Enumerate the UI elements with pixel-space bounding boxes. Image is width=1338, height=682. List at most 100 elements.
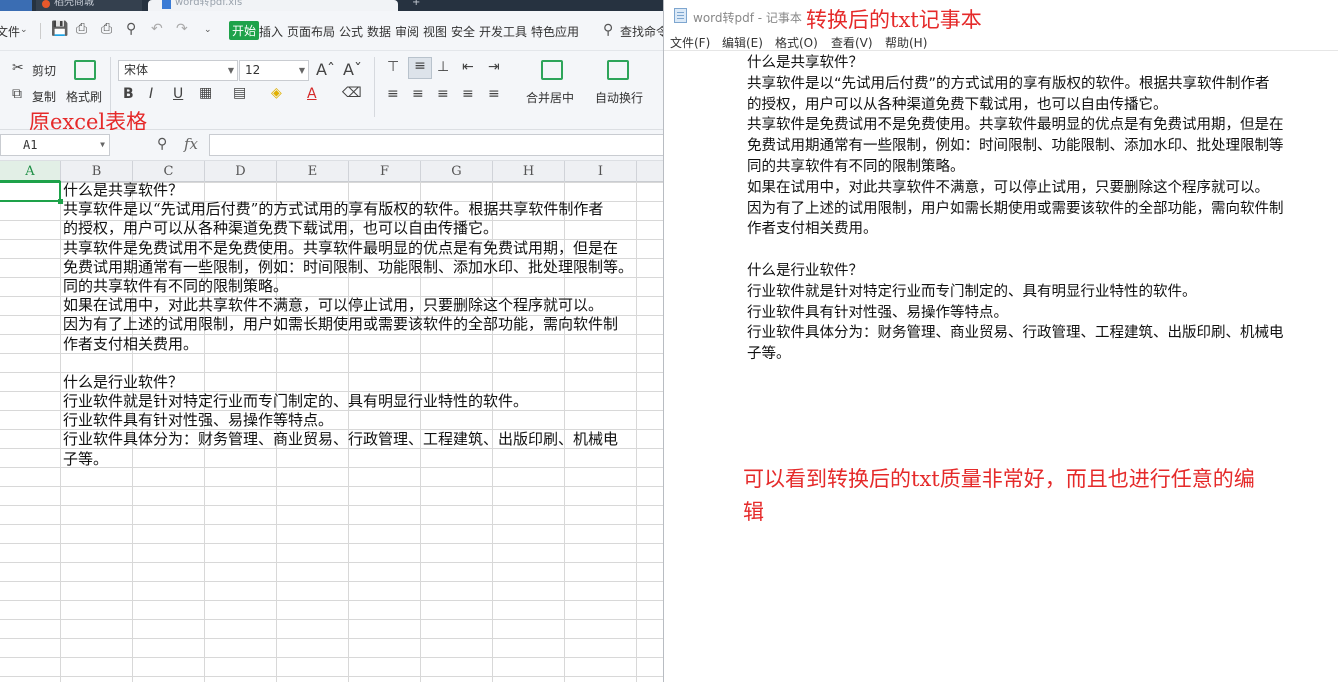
menu-view[interactable]: 查看(V) bbox=[831, 34, 873, 51]
cell-b1-content[interactable]: 什么是共享软件？ 共享软件是以“先试用后付费”的方式试用的享有版权的软件。根据共… bbox=[63, 181, 663, 469]
align-left-icon[interactable]: ≡ bbox=[387, 86, 399, 102]
bold-icon[interactable]: B bbox=[123, 86, 134, 102]
merge-cells-icon[interactable] bbox=[541, 60, 563, 80]
cell-grid[interactable]: A B C D E F G H I 什么是共享软件？ 共享软件是以“先试用后付费… bbox=[0, 161, 663, 682]
indent-increase-icon[interactable]: ⇥ bbox=[488, 59, 500, 75]
docer-logo-icon bbox=[42, 0, 50, 8]
copy-button[interactable]: 复制 bbox=[32, 88, 56, 105]
print-icon[interactable]: ⎙ bbox=[101, 21, 112, 37]
text-line: 因为有了上述的试用限制，用户如需长期使用或需要该软件的全部功能，需向软件制 bbox=[747, 200, 1284, 217]
tab-insert[interactable]: 插入 bbox=[259, 23, 283, 40]
fill-color-icon[interactable]: ◈ bbox=[271, 85, 282, 101]
cut-button[interactable]: 剪切 bbox=[32, 62, 56, 79]
tab-data[interactable]: 数据 bbox=[367, 23, 391, 40]
cell-text-line: 同的共享软件有不同的限制策略。 bbox=[63, 276, 289, 295]
align-top-icon[interactable]: ⊤ bbox=[387, 59, 399, 75]
column-header-d[interactable]: D bbox=[205, 161, 277, 182]
align-bottom-icon[interactable]: ⊥ bbox=[437, 59, 449, 75]
tab-page-layout[interactable]: 页面布局 bbox=[287, 23, 335, 40]
borders-icon[interactable]: ▦ bbox=[199, 85, 212, 101]
column-header-f[interactable]: F bbox=[349, 161, 421, 182]
search-commands[interactable]: 查找命令 bbox=[620, 23, 663, 40]
undo-icon[interactable]: ↶ bbox=[151, 21, 163, 37]
justify-icon[interactable]: ≡ bbox=[462, 86, 474, 102]
active-cell-a1[interactable] bbox=[0, 181, 63, 204]
notepad-icon bbox=[674, 8, 687, 23]
cell-text-line: 什么是行业软件？ bbox=[63, 372, 184, 391]
menu-edit[interactable]: 编辑(E) bbox=[722, 34, 763, 51]
text-line: 行业软件具体分为：财务管理、商业贸易、行政管理、工程建筑、出版印刷、机械电 bbox=[747, 325, 1284, 342]
font-size-select[interactable]: 12 ▼ bbox=[239, 60, 309, 81]
tab-security[interactable]: 安全 bbox=[451, 23, 475, 40]
tab-docer-store[interactable]: 稻壳商城 bbox=[36, 0, 142, 11]
column-header-c[interactable]: C bbox=[133, 161, 205, 182]
zoom-icon[interactable]: ⚲ bbox=[157, 136, 167, 152]
txt-annotation-label: 转换后的txt记事本 bbox=[806, 8, 982, 32]
cell-text-line: 行业软件具体分为：财务管理、商业贸易、行政管理、工程建筑、出版印刷、机械电 bbox=[63, 430, 619, 449]
italic-icon[interactable]: I bbox=[149, 86, 153, 102]
wrap-text-button[interactable]: 自动换行 bbox=[595, 89, 643, 106]
clear-format-icon[interactable]: ⌫ bbox=[342, 85, 362, 101]
quick-access-more-icon[interactable]: ⌄ bbox=[204, 25, 212, 35]
cell-text-line: 行业软件具有针对性强、易操作等特点。 bbox=[63, 411, 334, 430]
save-icon[interactable]: 💾 bbox=[51, 21, 68, 37]
spreadsheet-window: 稻壳商城 word转pdf.xls + 文件 ⌄ 💾 ⎙ ⎙ ⚲ ↶ ↷ ⌄ 开… bbox=[0, 0, 663, 682]
font-color-icon[interactable]: A bbox=[307, 86, 317, 102]
column-header-g[interactable]: G bbox=[421, 161, 493, 182]
tab-formulas[interactable]: 公式 bbox=[339, 23, 363, 40]
find-icon[interactable]: ⚲ bbox=[126, 21, 136, 37]
column-header-i[interactable]: I bbox=[565, 161, 637, 182]
text-line: 行业软件具有针对性强、易操作等特点。 bbox=[747, 304, 1008, 321]
format-painter-button[interactable]: 格式刷 bbox=[66, 88, 102, 105]
column-header-e[interactable]: E bbox=[277, 161, 349, 182]
tab-special-apps[interactable]: 特色应用 bbox=[531, 23, 579, 40]
indent-decrease-icon[interactable]: ⇤ bbox=[462, 59, 474, 75]
column-header-h[interactable]: H bbox=[493, 161, 565, 182]
column-header-a[interactable]: A bbox=[0, 161, 61, 182]
menu-help[interactable]: 帮助(H) bbox=[885, 34, 927, 51]
font-name-select[interactable]: 宋体 ▼ bbox=[118, 60, 238, 81]
copy-icon[interactable]: ⧉ bbox=[12, 86, 22, 102]
notepad-text-area[interactable]: 什么是共享软件？ 共享软件是以“先试用后付费”的方式试用的享有版权的软件。根据共… bbox=[747, 53, 1338, 365]
cell-text-line: 作者支付相关费用。 bbox=[63, 334, 199, 353]
wrap-text-icon[interactable] bbox=[607, 60, 629, 80]
text-line: 共享软件是以“先试用后付费”的方式试用的享有版权的软件。根据共享软件制作者 bbox=[747, 75, 1270, 92]
tab-review[interactable]: 审阅 bbox=[395, 23, 419, 40]
chevron-down-icon[interactable]: ⌄ bbox=[20, 25, 28, 35]
menu-file[interactable]: 文件 bbox=[0, 23, 20, 40]
tab-label: word转pdf.xls bbox=[175, 0, 243, 8]
tab-home[interactable]: 开始 bbox=[229, 21, 260, 40]
notepad-title-bar[interactable]: word转pdf - 记事本 bbox=[664, 0, 1338, 31]
format-painter-icon[interactable] bbox=[74, 60, 96, 80]
redo-icon[interactable]: ↷ bbox=[176, 21, 188, 37]
chevron-down-icon: ▼ bbox=[100, 140, 105, 149]
cell-style-icon[interactable]: ▤ bbox=[233, 85, 246, 101]
notepad-menu-bar: 文件(F) 编辑(E) 格式(O) 查看(V) 帮助(H) bbox=[664, 31, 1338, 51]
text-line: 的授权，用户可以从各种渠道免费下载试用，也可以自由传播它。 bbox=[747, 96, 1168, 113]
align-middle-icon[interactable]: ≡ bbox=[408, 57, 432, 79]
scissors-icon[interactable]: ✂ bbox=[12, 60, 24, 76]
tab-current-workbook[interactable]: word转pdf.xls bbox=[148, 0, 398, 11]
cell-text-line: 如果在试用中，对此共享软件不满意，可以停止试用，只要删除这个程序就可以。 bbox=[63, 296, 604, 315]
underline-icon[interactable]: U bbox=[173, 86, 183, 102]
print-preview-icon[interactable]: ⎙ bbox=[76, 21, 87, 37]
merge-center-button[interactable]: 合并居中 bbox=[526, 89, 574, 106]
align-right-icon[interactable]: ≡ bbox=[437, 86, 449, 102]
name-box[interactable]: A1 ▼ bbox=[0, 134, 110, 156]
align-center-icon[interactable]: ≡ bbox=[412, 86, 424, 102]
cell-text-line: 行业软件就是针对特定行业而专门制定的、具有明显行业特性的软件。 bbox=[63, 392, 529, 411]
tab-view[interactable]: 视图 bbox=[423, 23, 447, 40]
decrease-font-icon[interactable]: Aˇ bbox=[343, 60, 362, 79]
new-tab-button[interactable]: + bbox=[412, 0, 426, 11]
column-header-b[interactable]: B bbox=[61, 161, 133, 182]
menu-format[interactable]: 格式(O) bbox=[775, 34, 818, 51]
search-icon[interactable]: ⚲ bbox=[603, 22, 613, 38]
increase-font-icon[interactable]: Aˆ bbox=[316, 60, 335, 79]
tab-developer[interactable]: 开发工具 bbox=[479, 23, 527, 40]
menu-file[interactable]: 文件(F) bbox=[670, 34, 710, 51]
formula-input[interactable] bbox=[209, 134, 663, 156]
home-tab[interactable] bbox=[0, 0, 32, 11]
distribute-icon[interactable]: ≡ bbox=[488, 86, 500, 102]
fx-icon[interactable]: fx bbox=[184, 135, 198, 153]
cell-text-line: 的授权，用户可以从各种渠道免费下载试用，也可以自由传播它。 bbox=[63, 219, 499, 238]
